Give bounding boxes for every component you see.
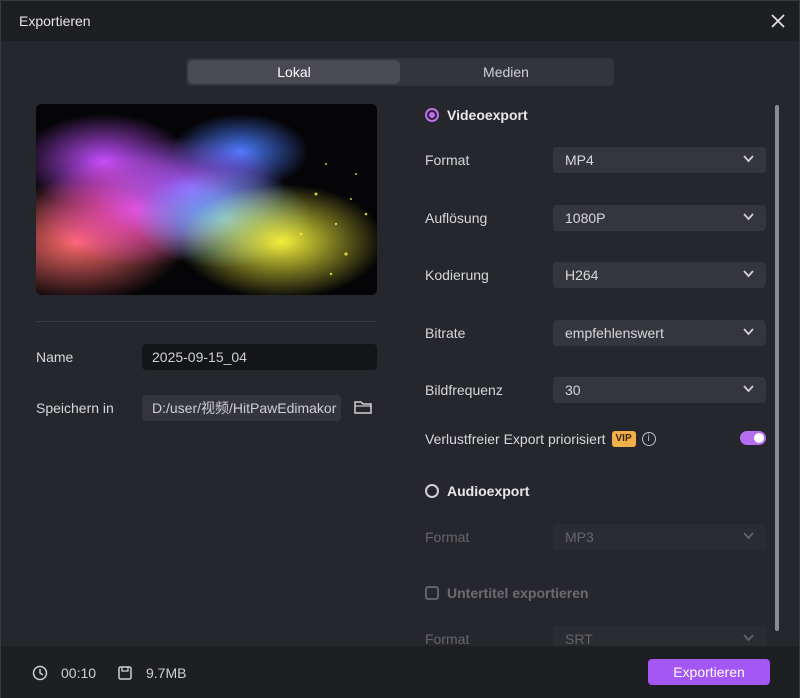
audio-format-select: MP3 xyxy=(553,524,766,550)
info-icon[interactable]: i xyxy=(641,432,656,446)
video-export-option[interactable]: Videoexport xyxy=(425,107,528,123)
format-select[interactable]: MP4 xyxy=(553,147,766,173)
preview-image xyxy=(36,104,377,295)
close-icon[interactable] xyxy=(767,10,789,32)
file-size-text: 9.7MB xyxy=(146,665,187,681)
bitrate-select[interactable]: empfehlenswert xyxy=(553,320,766,346)
settings-scrollbar[interactable] xyxy=(775,105,779,631)
audio-format-value: MP3 xyxy=(565,529,594,545)
chevron-down-icon xyxy=(743,270,754,278)
encoding-label: Kodierung xyxy=(425,267,489,283)
chevron-down-icon xyxy=(743,385,754,393)
title-bar: Exportieren xyxy=(1,1,799,41)
export-settings-panel: Videoexport Format MP4 Auflösung 1080P K… xyxy=(425,101,770,646)
duration-text: 00:10 xyxy=(61,665,97,681)
video-export-radio[interactable] xyxy=(425,108,439,122)
encoding-value: H264 xyxy=(565,267,599,283)
vip-badge: VIP xyxy=(611,431,636,447)
framerate-select[interactable]: 30 xyxy=(553,377,766,403)
lossless-label: Verlustfreier Export priorisiert xyxy=(425,431,606,447)
tab-media[interactable]: Medien xyxy=(400,60,612,84)
format-value: MP4 xyxy=(565,152,594,168)
video-export-title: Videoexport xyxy=(447,107,528,123)
format-label: Format xyxy=(425,152,470,168)
audio-export-title: Audioexport xyxy=(447,483,530,499)
audio-format-label: Format xyxy=(425,529,470,545)
chevron-down-icon xyxy=(743,532,754,540)
destination-tabs: Lokal Medien xyxy=(186,58,614,86)
encoding-select[interactable]: H264 xyxy=(553,262,766,288)
export-button[interactable]: Exportieren xyxy=(648,659,770,685)
subtitle-format-label: Format xyxy=(425,631,470,646)
name-label: Name xyxy=(36,349,74,365)
bitrate-value: empfehlenswert xyxy=(565,325,664,341)
resolution-value: 1080P xyxy=(565,210,606,226)
clock-icon xyxy=(32,665,48,681)
divider xyxy=(36,321,377,322)
subtitle-export-option[interactable]: Untertitel exportieren xyxy=(425,585,589,601)
subtitle-export-title: Untertitel exportieren xyxy=(447,585,589,601)
tab-local[interactable]: Lokal xyxy=(188,60,400,84)
folder-icon[interactable] xyxy=(353,398,373,416)
chevron-down-icon xyxy=(743,634,754,642)
subtitle-checkbox[interactable] xyxy=(425,586,439,600)
chevron-down-icon xyxy=(743,155,754,163)
subtitle-format-value: SRT xyxy=(565,631,593,646)
bitrate-label: Bitrate xyxy=(425,325,466,341)
subtitle-format-select: SRT xyxy=(553,626,766,646)
dialog-title: Exportieren xyxy=(19,13,91,29)
resolution-select[interactable]: 1080P xyxy=(553,205,766,231)
file-size-icon xyxy=(118,666,132,680)
chevron-down-icon xyxy=(743,213,754,221)
lossless-toggle[interactable] xyxy=(740,431,766,445)
chevron-down-icon xyxy=(743,328,754,336)
audio-export-option[interactable]: Audioexport xyxy=(425,483,529,499)
name-input[interactable]: 2025-09-15_04 xyxy=(142,344,377,370)
audio-export-radio[interactable] xyxy=(425,484,439,498)
video-preview xyxy=(36,104,377,295)
save-label: Speichern in xyxy=(36,400,114,416)
framerate-label: Bildfrequenz xyxy=(425,382,503,398)
framerate-value: 30 xyxy=(565,382,581,398)
export-dialog: Exportieren Lokal Medien Name 2025-09-15… xyxy=(0,0,800,698)
lossless-row: Verlustfreier Export priorisiert VIP i xyxy=(425,431,656,447)
save-path-field[interactable]: D:/user/视频/HitPawEdimakor xyxy=(142,395,341,421)
resolution-label: Auflösung xyxy=(425,210,488,226)
